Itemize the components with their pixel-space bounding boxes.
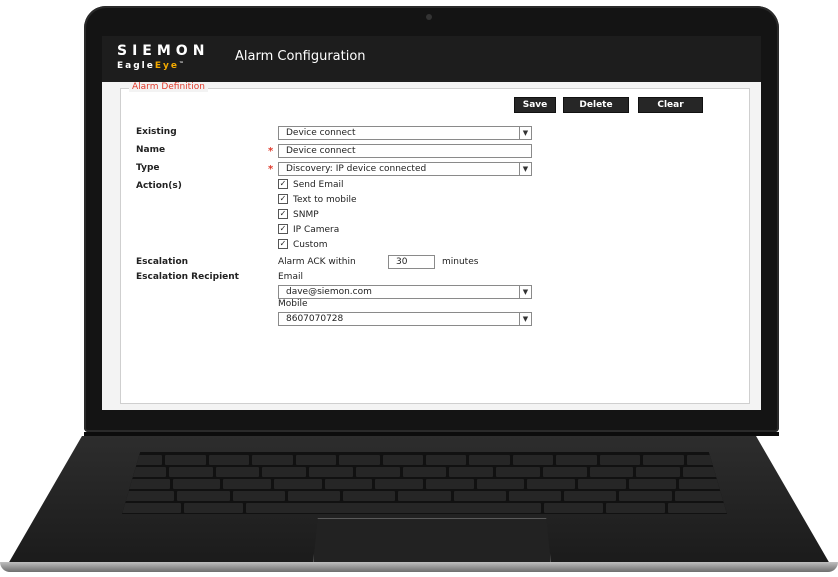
- escalation-prefix: Alarm ACK within: [278, 257, 356, 267]
- checkbox-checked-icon[interactable]: ✓: [278, 223, 288, 234]
- save-button[interactable]: Save: [514, 97, 556, 113]
- app-header: SIEMON EagleEye™ Alarm Configuration: [102, 36, 761, 82]
- existing-select[interactable]: Device connect ▼: [278, 126, 532, 140]
- name-input[interactable]: Device connect: [278, 144, 532, 158]
- action-custom[interactable]: ✓ Custom: [278, 238, 327, 251]
- checkbox-checked-icon[interactable]: ✓: [278, 178, 288, 189]
- webcam: [426, 14, 432, 20]
- escalation-label: Escalation: [136, 257, 189, 267]
- checkbox-checked-icon[interactable]: ✓: [278, 193, 288, 204]
- clear-button[interactable]: Clear: [638, 97, 703, 113]
- actions-label: Action(s): [136, 181, 182, 191]
- action-snmp[interactable]: ✓ SNMP: [278, 208, 319, 221]
- type-select[interactable]: Discovery: IP device connected ▼: [278, 162, 532, 176]
- type-select-value: Discovery: IP device connected: [286, 164, 427, 174]
- brand-logo-siemon: SIEMON: [117, 43, 210, 59]
- checkbox-checked-icon[interactable]: ✓: [278, 208, 288, 219]
- delete-button[interactable]: Delete: [563, 97, 629, 113]
- chevron-down-icon: ▼: [519, 313, 531, 325]
- alarm-definition-panel: Alarm Definition Save Delete Clear Exist…: [120, 82, 750, 404]
- mobile-label: Mobile: [278, 299, 308, 309]
- escalation-minutes-input[interactable]: 30: [388, 255, 435, 269]
- required-asterisk-icon: *: [268, 146, 274, 157]
- keyboard-row: [122, 503, 727, 513]
- mobile-select[interactable]: 8607070728 ▼: [278, 312, 532, 326]
- existing-select-value: Device connect: [286, 128, 356, 138]
- laptop-hinge: [84, 432, 779, 436]
- chevron-down-icon: ▼: [519, 286, 531, 298]
- action-text-to-mobile[interactable]: ✓ Text to mobile: [278, 193, 356, 206]
- keyboard-row: [122, 455, 727, 465]
- brand-logo-eagleeye: EagleEye™: [117, 61, 184, 71]
- type-label: Type: [136, 163, 160, 173]
- escalation-recipient-label: Escalation Recipient: [136, 272, 239, 282]
- required-asterisk-icon: *: [268, 164, 274, 175]
- mobile-select-value: 8607070728: [286, 314, 344, 324]
- escalation-suffix: minutes: [442, 257, 479, 267]
- email-select[interactable]: dave@siemon.com ▼: [278, 285, 532, 299]
- panel-legend: Alarm Definition: [129, 82, 208, 92]
- laptop-base-edge: [0, 562, 838, 572]
- keyboard-row: [122, 467, 727, 477]
- checkbox-checked-icon[interactable]: ✓: [278, 238, 288, 249]
- laptop-lid: SIEMON EagleEye™ Alarm Configuration Ala…: [84, 6, 779, 432]
- app-window: SIEMON EagleEye™ Alarm Configuration Ala…: [102, 36, 761, 410]
- touchpad: [313, 518, 551, 563]
- laptop-keyboard: [122, 452, 727, 514]
- email-select-value: dave@siemon.com: [286, 287, 372, 297]
- action-send-email[interactable]: ✓ Send Email: [278, 178, 344, 191]
- chevron-down-icon: ▼: [519, 163, 531, 175]
- page-title: Alarm Configuration: [235, 49, 366, 64]
- chevron-down-icon: ▼: [519, 127, 531, 139]
- action-ip-camera[interactable]: ✓ IP Camera: [278, 223, 339, 236]
- existing-label: Existing: [136, 127, 177, 137]
- keyboard-row: [122, 479, 727, 489]
- name-label: Name: [136, 145, 166, 155]
- email-label: Email: [278, 272, 303, 282]
- keyboard-row: [122, 491, 727, 501]
